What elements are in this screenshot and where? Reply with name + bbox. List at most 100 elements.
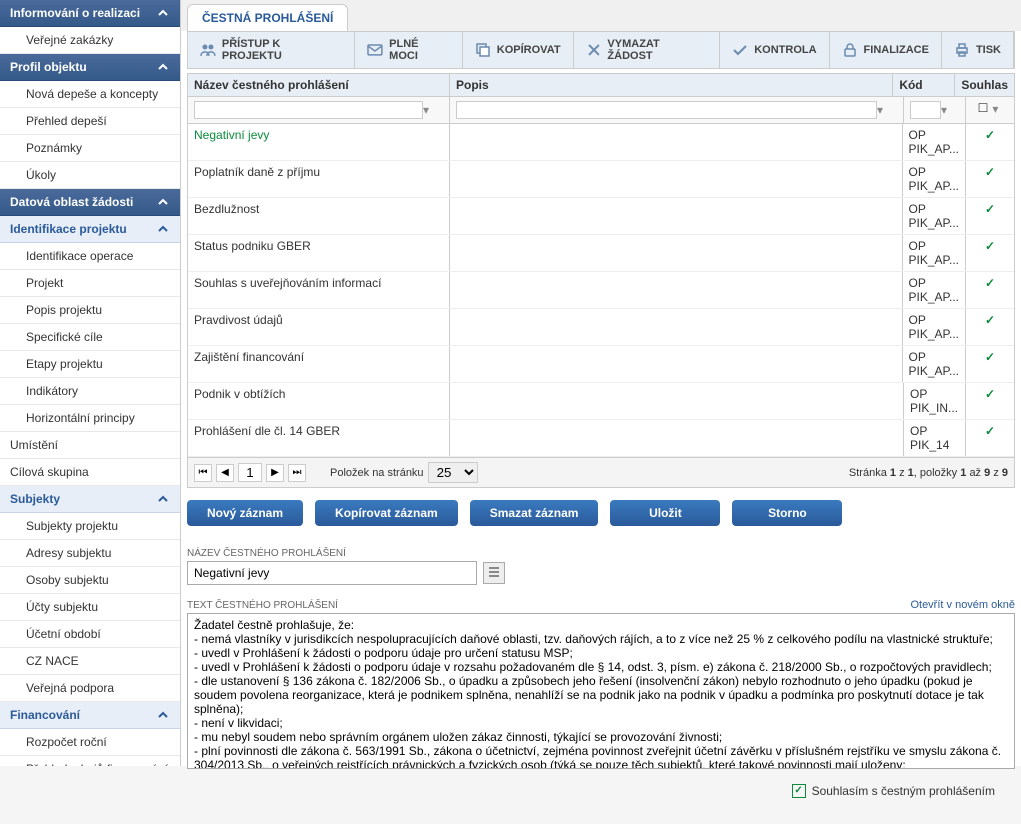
agree-checkbox[interactable]: ✓ (792, 784, 806, 798)
col-header-code[interactable]: Kód (893, 74, 955, 96)
nav-section[interactable]: Informování o realizaci (0, 0, 180, 27)
finalize-label: FINALIZACE (864, 44, 929, 56)
nav-item[interactable]: Rozpočet roční (0, 729, 180, 756)
nav-item[interactable]: Účty subjektu (0, 594, 180, 621)
agree-row: ✓ Souhlasím s čestným prohlášením (792, 784, 995, 798)
nav-item[interactable]: Adresy subjektu (0, 540, 180, 567)
pager-perpage-select[interactable]: 25 (428, 462, 478, 483)
nav-section[interactable]: Subjekty (0, 486, 180, 513)
filter-desc-input[interactable] (456, 101, 877, 119)
cell-desc (450, 272, 903, 308)
cell-code: OP PIK_AP... (903, 161, 966, 197)
print-icon (954, 42, 970, 58)
cell-desc (450, 346, 903, 382)
nav-section[interactable]: Profil objektu (0, 54, 180, 81)
copy-button[interactable]: KOPÍROVAT (463, 32, 574, 68)
pager-first-button[interactable]: ⏮ (194, 464, 212, 482)
delete-record-button[interactable]: Smazat záznam (470, 500, 599, 526)
cell-desc (450, 198, 903, 234)
filter-agree-check[interactable]: ☐ (978, 101, 989, 115)
cancel-button[interactable]: Storno (732, 500, 842, 526)
nav-item[interactable]: Specifické cíle (0, 324, 180, 351)
new-record-button[interactable]: Nový záznam (187, 500, 303, 526)
pager-prev-button[interactable]: ◀ (216, 464, 234, 482)
filter-icon[interactable]: ▾ (877, 103, 891, 117)
filter-name-input[interactable] (194, 101, 423, 119)
nav-item[interactable]: Subjekty projektu (0, 513, 180, 540)
table-row[interactable]: Pravdivost údajůOP PIK_AP...✓ (188, 309, 1014, 346)
tab-declarations[interactable]: ČESTNÁ PROHLÁŠENÍ (187, 4, 348, 31)
access-button[interactable]: PŘÍSTUP K PROJEKTU (188, 32, 355, 68)
nav-item[interactable]: Poznámky (0, 135, 180, 162)
nav-section[interactable]: Financování (0, 702, 180, 729)
filter-icon[interactable]: ▾ (941, 103, 955, 117)
finalize-button[interactable]: FINALIZACE (830, 32, 942, 68)
print-button[interactable]: TISK (942, 32, 1014, 68)
nav-item[interactable]: Popis projektu (0, 297, 180, 324)
nav-item[interactable]: Nová depeše a koncepty (0, 81, 180, 108)
people-icon (200, 42, 216, 58)
table-row[interactable]: Negativní jevyOP PIK_AP...✓ (188, 124, 1014, 161)
nav-item[interactable]: Přehled zdrojů financování (0, 756, 180, 766)
name-field-label: NÁZEV ČESTNÉHO PROHLÁŠENÍ (187, 548, 1015, 559)
table-row[interactable]: Zajištění financováníOP PIK_AP...✓ (188, 346, 1014, 383)
nav-item[interactable]: CZ NACE (0, 648, 180, 675)
nav-section[interactable]: Identifikace projektu (0, 216, 180, 243)
check-button[interactable]: KONTROLA (720, 32, 829, 68)
nav-item[interactable]: Projekt (0, 270, 180, 297)
cell-agree: ✓ (966, 272, 1014, 308)
table-row[interactable]: Prohlášení dle čl. 14 GBEROP PIK_14✓ (188, 420, 1014, 457)
nav-item[interactable]: Horizontální principy (0, 405, 180, 432)
erase-label: VYMAZAT ŽÁDOST (607, 38, 707, 62)
cell-agree: ✓ (966, 198, 1014, 234)
save-button[interactable]: Uložit (610, 500, 720, 526)
nav-item[interactable]: Veřejné zakázky (0, 27, 180, 54)
table-row[interactable]: Souhlas s uveřejňováním informacíOP PIK_… (188, 272, 1014, 309)
col-header-desc[interactable]: Popis (450, 74, 893, 96)
toolbar: PŘÍSTUP K PROJEKTU PLNÉ MOCI KOPÍROVAT V… (187, 31, 1015, 69)
nav-item[interactable]: Indikátory (0, 378, 180, 405)
filter-icon[interactable]: ▾ (423, 103, 437, 117)
filter-code-input[interactable] (910, 101, 941, 119)
cell-code: OP PIK_AP... (903, 346, 966, 382)
erase-button[interactable]: VYMAZAT ŽÁDOST (574, 32, 721, 68)
nav-section-label: Informování o realizaci (10, 6, 140, 20)
cell-code: OP PIK_IN... (904, 383, 966, 419)
declaration-text-area[interactable] (187, 613, 1015, 769)
list-icon (487, 565, 501, 582)
col-header-agree[interactable]: Souhlas (955, 74, 1014, 96)
nav-item[interactable]: Účetní období (0, 621, 180, 648)
print-label: TISK (976, 44, 1001, 56)
lookup-button[interactable] (483, 562, 505, 584)
pager-next-button[interactable]: ▶ (266, 464, 284, 482)
table-row[interactable]: BezdlužnostOP PIK_AP...✓ (188, 198, 1014, 235)
copy-record-button[interactable]: Kopírovat záznam (315, 500, 458, 526)
chevron-up-icon (156, 492, 170, 506)
table-row[interactable]: Podnik v obtížíchOP PIK_IN...✓ (188, 383, 1014, 420)
cell-desc (450, 235, 903, 271)
nav-item[interactable]: Identifikace operace (0, 243, 180, 270)
pager-perpage-label: Položek na stránku (330, 467, 424, 479)
nav-item[interactable]: Cílová skupina (0, 459, 180, 486)
chevron-up-icon (156, 195, 170, 209)
nav-item[interactable]: Veřejná podpora (0, 675, 180, 702)
pager-page-input[interactable] (238, 463, 262, 482)
nav-section[interactable]: Datová oblast žádosti (0, 189, 180, 216)
table-row[interactable]: Poplatník daně z příjmuOP PIK_AP...✓ (188, 161, 1014, 198)
name-field[interactable] (187, 561, 477, 585)
col-header-name[interactable]: Název čestného prohlášení (188, 74, 450, 96)
nav-item[interactable]: Přehled depeší (0, 108, 180, 135)
nav-item[interactable]: Osoby subjektu (0, 567, 180, 594)
powers-button[interactable]: PLNÉ MOCI (355, 32, 462, 68)
mail-icon (367, 42, 383, 58)
detail-form: NÁZEV ČESTNÉHO PROHLÁŠENÍ TEXT ČESTNÉHO … (187, 538, 1015, 818)
nav-item[interactable]: Etapy projektu (0, 351, 180, 378)
pager-last-button[interactable]: ⏭ (288, 464, 306, 482)
open-new-window-link[interactable]: Otevřít v novém okně (910, 599, 1015, 611)
nav-item[interactable]: Umístění (0, 432, 180, 459)
nav-item[interactable]: Úkoly (0, 162, 180, 189)
chevron-up-icon (156, 60, 170, 74)
text-field-label: TEXT ČESTNÉHO PROHLÁŠENÍ (187, 600, 338, 611)
table-row[interactable]: Status podniku GBEROP PIK_AP...✓ (188, 235, 1014, 272)
filter-icon[interactable]: ▾ (988, 102, 1002, 116)
